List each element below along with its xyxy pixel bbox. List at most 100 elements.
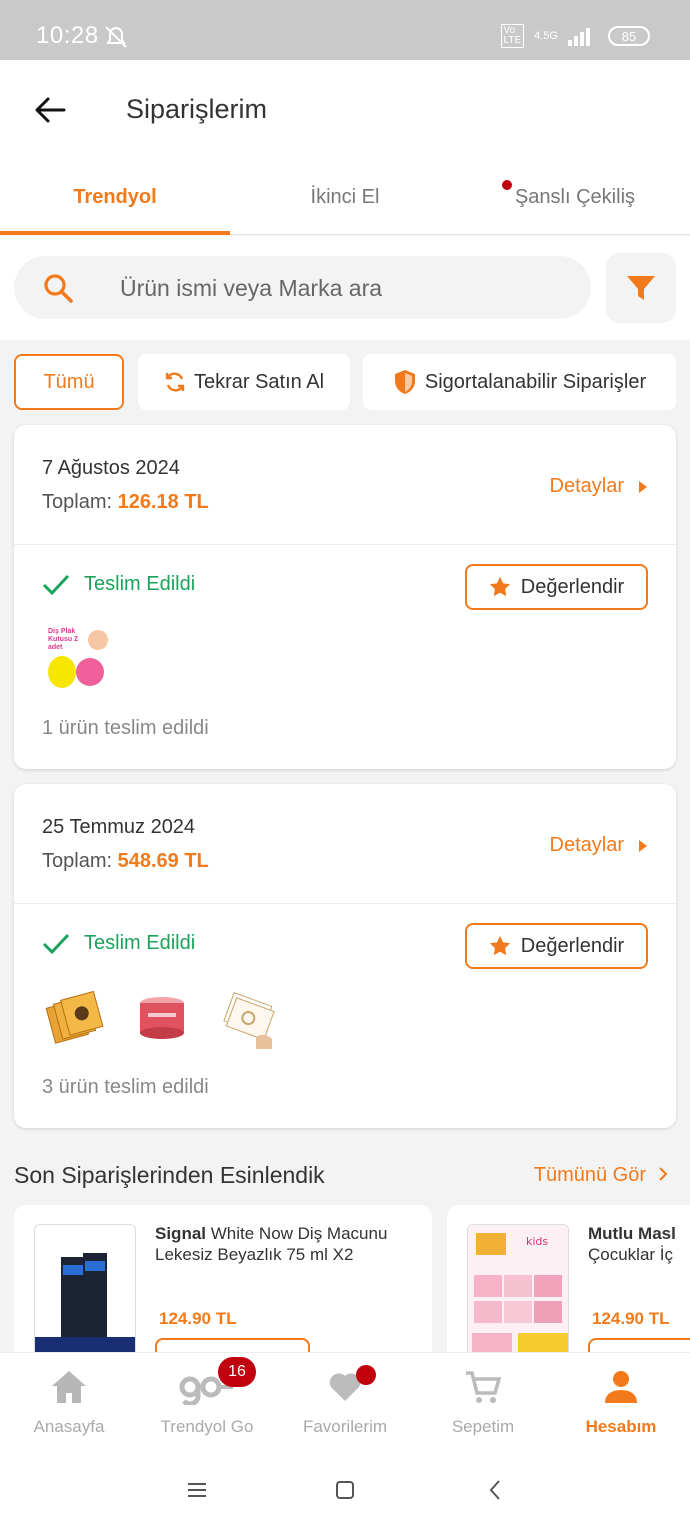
chip-all[interactable]: Tümü bbox=[14, 354, 124, 410]
recommendation-card[interactable]: Signal White Now Diş Macunu Lekesiz Beya… bbox=[14, 1205, 432, 1365]
see-all-link[interactable]: Tümünü Gör bbox=[534, 1164, 668, 1187]
product-title: Çocuklar İç bbox=[588, 1245, 674, 1264]
signal-icon bbox=[568, 28, 590, 46]
checkmark-icon bbox=[42, 574, 70, 595]
product-thumbnail[interactable] bbox=[44, 987, 108, 1051]
chip-insurable[interactable]: Sigortalanabilir Siparişler bbox=[363, 354, 676, 410]
back-icon[interactable] bbox=[488, 1479, 502, 1501]
order-total-amount: 548.69 TL bbox=[117, 850, 209, 872]
order-card: 7 Ağustos 2024 Toplam: 126.18 TL Detayla… bbox=[14, 425, 676, 769]
product-thumbnail[interactable] bbox=[216, 987, 280, 1051]
delivered-count: 1 ürün teslim edildi bbox=[42, 717, 209, 739]
details-label: Detaylar bbox=[549, 475, 624, 497]
checkmark-icon bbox=[42, 933, 70, 954]
card-divider bbox=[14, 544, 676, 545]
product-brand: Mutlu Masl bbox=[588, 1224, 676, 1243]
product-thumbnails bbox=[44, 984, 280, 1054]
delivery-status-label: Teslim Edildi bbox=[84, 573, 196, 595]
recommendation-card[interactable]: kids Mutlu Masl Çocuklar İç 124.90 TL bbox=[447, 1205, 690, 1365]
details-link[interactable]: Detaylar bbox=[550, 834, 648, 857]
product-thumbnails: Diş Plak Kutusu 2 adet bbox=[44, 625, 114, 695]
battery-icon: 85 bbox=[608, 26, 650, 46]
product-brand: Signal bbox=[155, 1224, 207, 1243]
tab-bar: Trendyol İkinci El Şanslı Çekiliş bbox=[0, 170, 690, 235]
status-time: 10:28 bbox=[36, 22, 99, 49]
tab-sansli-cekilis[interactable]: Şanslı Çekiliş bbox=[460, 170, 690, 234]
chip-insurable-label: Sigortalanabilir Siparişler bbox=[424, 370, 647, 393]
delivery-status-label: Teslim Edildi bbox=[84, 932, 196, 954]
chip-buy-again[interactable]: Tekrar Satın Al bbox=[138, 354, 350, 410]
status-bar: 10:28 Vo LTE 4.5G 85 bbox=[0, 0, 690, 60]
star-icon bbox=[489, 935, 510, 956]
nav-favorites[interactable]: Favorilerim bbox=[276, 1353, 414, 1450]
app-header: Siparişlerim Trendyol İkinci El Şanslı Ç… bbox=[0, 60, 690, 235]
price-drop-badge bbox=[356, 1365, 376, 1385]
back-arrow-icon[interactable] bbox=[30, 90, 70, 130]
network-label: 4.5G bbox=[534, 30, 558, 42]
search-placeholder: Ürün ismi veya Marka ara bbox=[120, 275, 383, 301]
status-icons: Vo LTE 4.5G 85 bbox=[500, 24, 650, 48]
order-total-amount: 126.18 TL bbox=[117, 491, 209, 513]
nav-home[interactable]: Anasayfa bbox=[0, 1353, 138, 1450]
chip-buy-again-label: Tekrar Satın Al bbox=[193, 370, 325, 393]
volte-icon: Vo LTE bbox=[500, 24, 525, 48]
order-total-label: Toplam: bbox=[42, 491, 113, 513]
nav-account[interactable]: Hesabım bbox=[552, 1353, 690, 1450]
home-button-icon[interactable] bbox=[335, 1480, 355, 1500]
product-price: 124.90 TL bbox=[592, 1309, 670, 1328]
nav-account-label: Hesabım bbox=[585, 1417, 657, 1436]
product-image bbox=[34, 1224, 136, 1364]
order-date: 25 Temmuz 2024 bbox=[42, 816, 196, 838]
order-date: 7 Ağustos 2024 bbox=[42, 457, 180, 479]
product-name: Signal White Now Diş Macunu Lekesiz Beya… bbox=[155, 1223, 415, 1265]
delivered-count: 3 ürün teslim edildi bbox=[42, 1076, 209, 1098]
menu-icon[interactable] bbox=[186, 1481, 208, 1499]
mute-icon bbox=[105, 26, 127, 48]
nav-cart[interactable]: Sepetim bbox=[414, 1353, 552, 1450]
chip-all-label: Tümü bbox=[43, 370, 95, 393]
order-total: Toplam: 126.18 TL bbox=[42, 491, 209, 514]
order-total-label: Toplam: bbox=[42, 850, 113, 872]
product-price: 124.90 TL bbox=[159, 1309, 237, 1328]
cart-icon bbox=[466, 1371, 502, 1403]
home-icon bbox=[52, 1371, 86, 1403]
go-badge: 16 bbox=[218, 1357, 256, 1387]
rate-button[interactable]: Değerlendir bbox=[465, 923, 648, 969]
order-total: Toplam: 548.69 TL bbox=[42, 850, 209, 873]
system-nav-bar bbox=[0, 1450, 690, 1533]
delivery-status: Teslim Edildi bbox=[42, 932, 195, 955]
nav-cart-label: Sepetim bbox=[451, 1417, 515, 1436]
chevron-right-icon bbox=[659, 1167, 668, 1181]
tab-trendyol[interactable]: Trendyol bbox=[0, 170, 230, 235]
caret-right-icon bbox=[639, 839, 647, 852]
star-icon bbox=[489, 576, 510, 597]
nav-favorites-label: Favorilerim bbox=[302, 1417, 388, 1436]
product-thumbnail[interactable] bbox=[130, 987, 194, 1051]
product-name: Mutlu Masl Çocuklar İç bbox=[588, 1223, 690, 1265]
notification-dot bbox=[502, 180, 512, 190]
rate-label: Değerlendir bbox=[520, 934, 625, 957]
shield-icon bbox=[394, 370, 415, 394]
user-icon bbox=[605, 1371, 637, 1403]
rate-label: Değerlendir bbox=[520, 575, 625, 598]
bottom-nav: Anasayfa 16 Trendyol Go Favorilerim Sepe… bbox=[0, 1352, 690, 1450]
filter-icon bbox=[627, 276, 655, 300]
svg-text:kids: kids bbox=[526, 1235, 548, 1248]
nav-trendyol-go[interactable]: 16 Trendyol Go bbox=[138, 1353, 276, 1450]
page-title: Siparişlerim bbox=[126, 94, 268, 124]
search-icon bbox=[44, 274, 73, 303]
caret-right-icon bbox=[639, 480, 647, 493]
refresh-icon bbox=[165, 372, 185, 392]
filter-button[interactable] bbox=[606, 253, 676, 323]
details-link[interactable]: Detaylar bbox=[550, 475, 648, 498]
search-strip: Ürün ismi veya Marka ara bbox=[0, 236, 690, 340]
see-all-label: Tümünü Gör bbox=[533, 1164, 646, 1186]
details-label: Detaylar bbox=[549, 834, 624, 856]
rate-button[interactable]: Değerlendir bbox=[465, 564, 648, 610]
section-title: Son Siparişlerinden Esinlendik bbox=[14, 1162, 325, 1188]
tab-ikinci-el[interactable]: İkinci El bbox=[230, 170, 460, 234]
search-input[interactable]: Ürün ismi veya Marka ara bbox=[14, 256, 591, 319]
nav-home-label: Anasayfa bbox=[33, 1417, 105, 1436]
delivery-status: Teslim Edildi bbox=[42, 573, 195, 596]
product-thumbnail[interactable]: Diş Plak Kutusu 2 adet bbox=[44, 628, 114, 692]
